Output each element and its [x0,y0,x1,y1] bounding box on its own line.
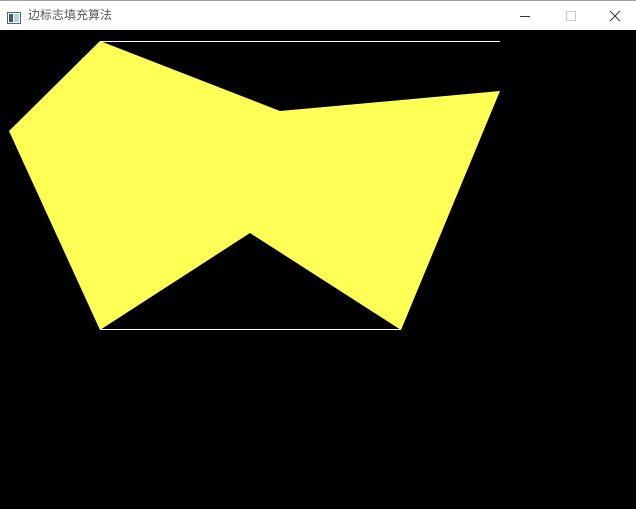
drawing-canvas[interactable] [0,30,636,509]
maximize-button[interactable] [548,1,594,30]
minimize-icon [520,16,530,17]
app-window-icon [7,9,21,24]
minimize-button[interactable] [502,1,548,30]
app-window: 边标志填充算法 [0,0,636,509]
filled-polygon [9,41,500,330]
title-bar[interactable]: 边标志填充算法 [0,0,636,30]
maximize-icon [566,11,576,21]
close-icon [609,10,621,22]
fill-scene [9,41,500,330]
close-button[interactable] [590,1,636,30]
window-title: 边标志填充算法 [28,8,113,22]
